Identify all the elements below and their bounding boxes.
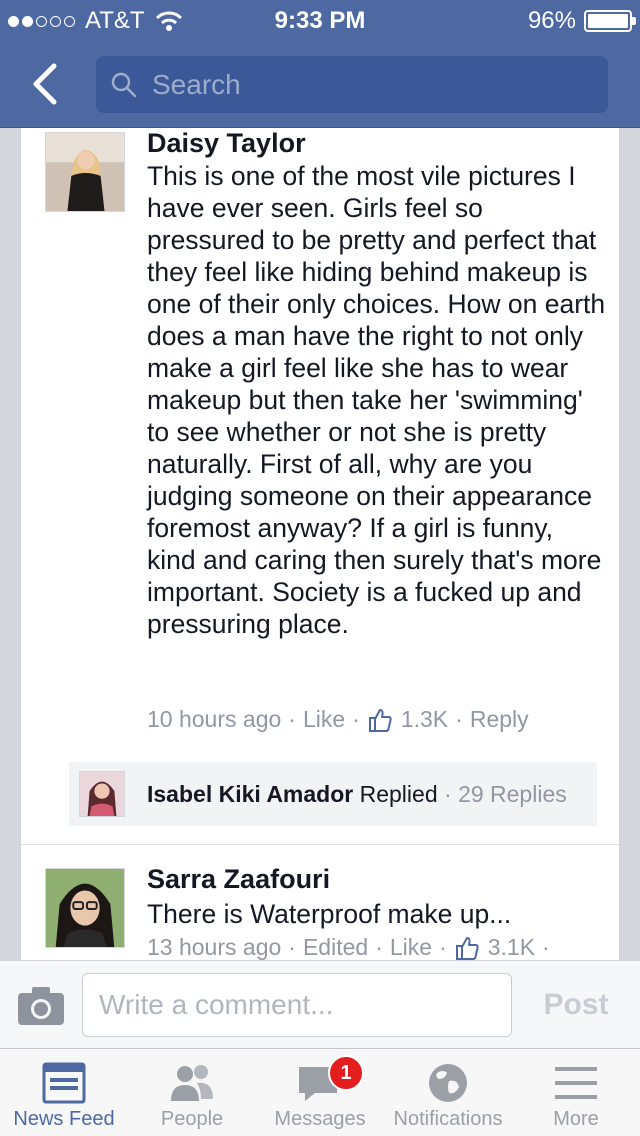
separator: · (288, 706, 296, 732)
comment-meta: 13 hours ago · Edited · Like · 3.1K · (147, 934, 557, 960)
search-bar[interactable]: Search (96, 56, 608, 113)
separator: · (444, 780, 459, 807)
like-count[interactable]: 3.1K (488, 934, 535, 960)
like-link[interactable]: Like (390, 934, 432, 960)
comment-timestamp: 13 hours ago (147, 934, 282, 960)
like-link[interactable]: Like (303, 706, 345, 733)
like-count[interactable]: 1.3K (401, 706, 448, 733)
tab-people[interactable]: People (128, 1049, 256, 1136)
tab-label: News Feed (13, 1108, 115, 1130)
comment-input[interactable] (82, 973, 512, 1037)
comment-timestamp: 10 hours ago (147, 706, 282, 732)
separator: · (542, 934, 550, 960)
edited-label[interactable]: Edited (303, 934, 368, 960)
comment-text: There is Waterproof make up... (147, 899, 512, 929)
avatar[interactable] (45, 132, 125, 212)
avatar[interactable] (45, 868, 125, 948)
status-right: 96% (527, 7, 636, 35)
tab-bar: News Feed People 1 Messages Notification… (0, 1048, 640, 1136)
tab-more[interactable]: More (512, 1049, 640, 1136)
separator: · (455, 706, 463, 732)
menu-icon (555, 1067, 597, 1099)
thumbs-up-icon (368, 708, 392, 732)
comments-card: Daisy Taylor This is one of the most vil… (20, 128, 620, 960)
battery-percentage: 96% (527, 7, 576, 34)
tab-label: Messages (274, 1108, 366, 1130)
globe-icon (429, 1064, 467, 1102)
reply-action: Replied (359, 780, 438, 807)
comment-meta: 10 hours ago · Like · 1.3K · Reply (147, 706, 529, 733)
post-button[interactable]: Post (528, 981, 624, 1029)
comment-divider (21, 844, 619, 845)
back-arrow-icon[interactable] (28, 62, 64, 106)
separator: · (288, 934, 296, 960)
tab-notifications[interactable]: Notifications (384, 1049, 512, 1136)
separator: · (375, 934, 383, 960)
people-icon (171, 1065, 213, 1101)
tab-label: People (160, 1108, 224, 1130)
unread-badge: 1 (328, 1055, 364, 1091)
reply-author-name[interactable]: Isabel Kiki Amador (147, 781, 353, 807)
comment-composer: Post (0, 960, 640, 1048)
tab-messages[interactable]: 1 Messages (256, 1049, 384, 1136)
comment-author[interactable]: Sarra Zaafouri (147, 864, 330, 895)
replies-summary[interactable]: Isabel Kiki Amador Replied · 29 Replies (69, 762, 597, 826)
reply-summary-text: Isabel Kiki Amador Replied · 29 Replies (147, 781, 567, 808)
search-placeholder: Search (152, 68, 241, 100)
reply-link[interactable]: Reply (470, 706, 529, 733)
search-icon (111, 72, 137, 97)
separator: · (439, 934, 447, 960)
tab-label: Notifications (393, 1108, 503, 1130)
top-header: AT&T 9:33 PM 96% Search (0, 0, 640, 128)
status-bar: AT&T 9:33 PM 96% (0, 0, 640, 40)
news-feed-icon (42, 1062, 86, 1104)
separator: · (352, 706, 360, 732)
camera-icon[interactable] (16, 985, 66, 1027)
comment-text: This is one of the most vile pictures I … (147, 161, 606, 639)
reply-author-avatar (79, 771, 125, 817)
reply-count[interactable]: 29 Replies (458, 781, 567, 807)
tab-label: More (553, 1108, 599, 1130)
tab-news-feed[interactable]: News Feed (0, 1049, 128, 1136)
battery-icon (584, 10, 636, 32)
thumbs-up-icon (455, 936, 479, 960)
comment-author[interactable]: Daisy Taylor (147, 128, 306, 159)
